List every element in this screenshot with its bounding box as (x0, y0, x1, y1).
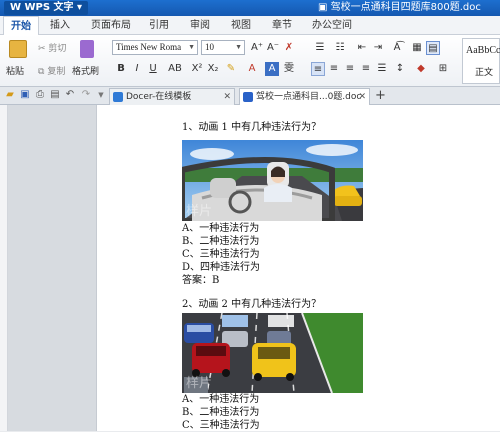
format-painter-icon[interactable] (80, 40, 94, 58)
text-direction-icon[interactable]: A͡ (390, 41, 404, 55)
question-1-answer: 答案：B (182, 275, 220, 286)
table-icon[interactable]: ▦ (410, 41, 424, 55)
decrease-indent-icon[interactable]: ⇤ (355, 41, 369, 55)
bullet-list-icon[interactable]: ☰ (313, 41, 327, 55)
paste-icon[interactable] (9, 40, 27, 58)
increase-indent-icon[interactable]: ⇥ (371, 41, 385, 55)
tab-chapter[interactable]: 章节 (272, 16, 292, 35)
superscript-icon[interactable]: X² (190, 62, 204, 76)
grow-font-icon[interactable]: A⁺ (250, 41, 264, 55)
tab-page-layout[interactable]: 页面布局 (91, 16, 131, 35)
window-title: ▣ 驾校一点通科目四题库800题.doc (318, 2, 481, 13)
question-1-title: 1、动画 1 中有几种违法行为？ (182, 122, 322, 133)
subscript-icon[interactable]: X₂ (206, 62, 220, 76)
question-2-option-b: B、二种违法行为 (182, 407, 260, 418)
save-icon[interactable]: ▣ (19, 89, 31, 101)
tab-office-space[interactable]: 办公空间 (312, 16, 352, 35)
shrink-font-icon[interactable]: A⁻ (266, 41, 280, 55)
show-marks-icon[interactable]: ▤ (426, 41, 440, 55)
question-1-option-a: A、一种违法行为 (182, 223, 260, 234)
question-2-image[interactable]: 样片 (182, 313, 363, 393)
tab-current-document[interactable]: 驾校一点通科目...0题.doc ✕ (239, 88, 370, 105)
chevron-down-icon: ▼ (188, 43, 195, 51)
align-center-icon[interactable]: ≡ (327, 62, 341, 76)
tab-docer-templates[interactable]: Docer-在线模板 ✕ (109, 88, 235, 105)
redo-icon[interactable]: ↷ (80, 89, 92, 101)
document-icon: ▣ (318, 2, 328, 13)
question-1-image[interactable]: 样片 (182, 140, 363, 221)
left-ruler (0, 105, 8, 431)
chevron-down-icon: ▼ (235, 43, 242, 51)
font-name-select[interactable]: Times New Roma ▼ (112, 40, 198, 55)
phonetic-icon[interactable]: 雯 (282, 62, 296, 76)
style-label: 正文 (475, 68, 494, 78)
ribbon: 粘贴 ✂ 剪切 ⧉ 复制 格式刷 Times New Roma ▼ 10 ▼ A⁺ … (0, 35, 500, 87)
watermark-label: 样片 (186, 376, 213, 391)
question-2-option-a: A、一种违法行为 (182, 394, 260, 405)
tab-insert[interactable]: 插入 (50, 16, 70, 35)
app-name: WPS 文字 (24, 2, 74, 13)
ribbon-tabs: 开始 插入 页面布局 引用 审阅 视图 章节 办公空间 (0, 16, 500, 35)
style-gallery[interactable]: AaBbCc 正文 (462, 38, 500, 84)
copy-icon: ⧉ (38, 67, 45, 77)
italic-icon[interactable]: I (130, 62, 144, 76)
char-shading-icon[interactable]: A (265, 62, 279, 76)
open-folder-icon[interactable]: ▰ (4, 89, 16, 101)
word-doc-icon (243, 92, 253, 102)
format-painter-button[interactable]: 格式刷 (72, 64, 99, 77)
scissors-icon: ✂ (38, 44, 46, 54)
highlight-icon[interactable]: ✎ (224, 62, 238, 76)
bold-icon[interactable]: B (114, 62, 128, 76)
cut-button[interactable]: ✂ 剪切 (38, 41, 66, 54)
clear-format-icon[interactable]: ✗ (282, 41, 296, 55)
line-spacing-icon[interactable]: ↕ (393, 62, 407, 76)
close-icon[interactable]: ✕ (223, 89, 231, 105)
chevron-down-icon: ▾ (77, 2, 83, 13)
align-left-icon[interactable]: ≡ (311, 62, 325, 76)
shading-icon[interactable]: ◆ (414, 62, 428, 76)
underline-icon[interactable]: U (146, 62, 160, 76)
borders-icon[interactable]: ⊞ (436, 62, 450, 76)
docer-icon (113, 92, 123, 102)
tab-home[interactable]: 开始 (3, 16, 39, 35)
print-preview-icon[interactable]: ▤ (49, 89, 61, 101)
question-2-option-c: C、三种违法行为 (182, 420, 260, 431)
copy-button[interactable]: ⧉ 复制 (38, 64, 65, 77)
strikethrough-icon[interactable]: AB (166, 62, 184, 76)
tab-view[interactable]: 视图 (231, 16, 251, 35)
tab-references[interactable]: 引用 (149, 16, 169, 35)
app-logo[interactable]: W WPS 文字 ▾ (4, 1, 89, 15)
question-1-option-b: B、二种违法行为 (182, 236, 260, 247)
paste-button[interactable]: 粘贴 (6, 64, 24, 77)
undo-icon[interactable]: ↶ (64, 89, 76, 101)
new-tab-icon[interactable]: + (375, 88, 386, 103)
watermark-label: 样片 (186, 204, 213, 219)
tab-review[interactable]: 审阅 (190, 16, 210, 35)
app-logo-icon: W (10, 2, 22, 13)
style-sample: AaBbCc (466, 45, 500, 56)
chevron-down-icon[interactable]: ▼ (95, 89, 107, 101)
title-bar: W WPS 文字 ▾ ▣ 驾校一点通科目四题库800题.doc (0, 0, 500, 16)
question-1-option-d: D、四种违法行为 (182, 262, 261, 273)
print-icon[interactable]: ⎙ (34, 89, 46, 101)
numbered-list-icon[interactable]: ☷ (333, 41, 347, 55)
align-right-icon[interactable]: ≡ (343, 62, 357, 76)
font-color-icon[interactable]: A (245, 62, 259, 76)
question-1-option-c: C、三种违法行为 (182, 249, 260, 260)
distribute-icon[interactable]: ☰ (375, 62, 389, 76)
question-2-title: 2、动画 2 中有几种违法行为？ (182, 299, 322, 310)
font-size-select[interactable]: 10 ▼ (201, 40, 245, 55)
close-icon[interactable]: ✕ (358, 89, 366, 105)
justify-icon[interactable]: ≡ (359, 62, 373, 76)
